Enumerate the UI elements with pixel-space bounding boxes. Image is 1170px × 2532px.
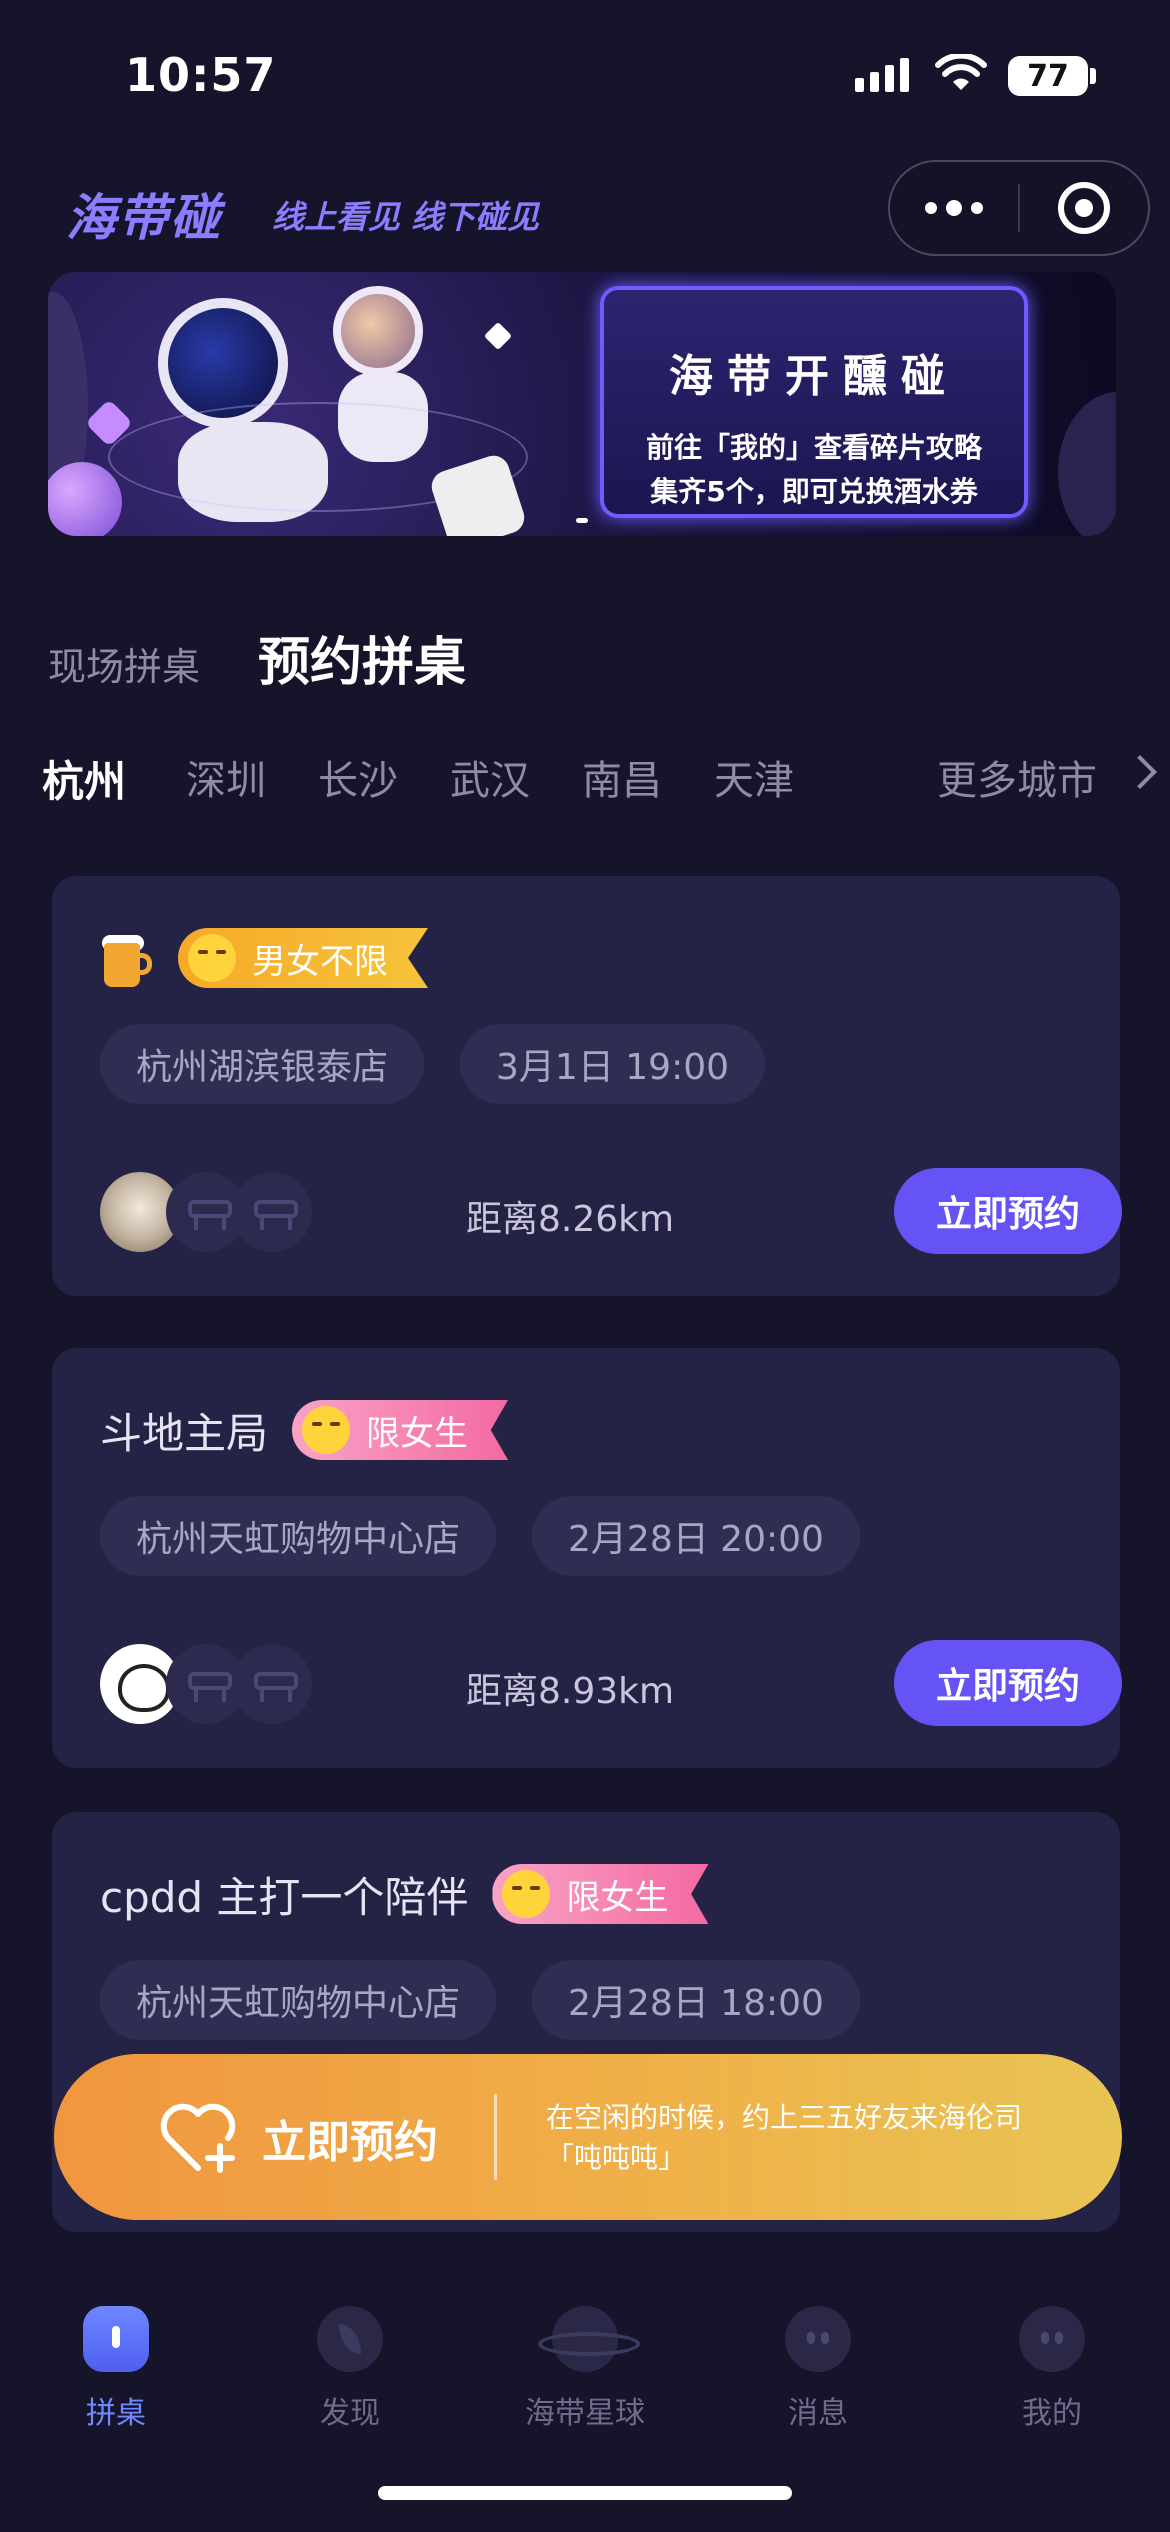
dot-icon — [971, 202, 983, 214]
cta-description: 在空闲的时候，约上三五好友来海伦司「吨吨吨」 — [546, 2101, 1023, 2174]
card-footer: 距离8.93km 立即预约 — [100, 1640, 1122, 1730]
store-chip: 杭州天虹购物中心店 — [100, 1960, 497, 2040]
gender-badge: 男女不限 — [178, 928, 428, 988]
gender-badge: 限女生 — [292, 1400, 509, 1460]
table-card[interactable]: 斗地主局 限女生 杭州天虹购物中心店 2月28日 20:00 距离8.93km … — [52, 1348, 1122, 1768]
distance-text: 距离8.26km — [466, 1199, 675, 1240]
tab-label: 海带星球 — [525, 2396, 645, 2431]
city-tianjin[interactable]: 天津 — [714, 748, 794, 806]
emoji-face-icon — [302, 1406, 351, 1454]
tab-discover[interactable]: 发现 — [270, 2306, 430, 2432]
city-selector: 杭州 深圳 长沙 武汉 南昌 天津 更多城市 — [42, 748, 1157, 809]
book-now-button[interactable]: 立即预约 — [894, 1168, 1122, 1254]
tab-reserve-table[interactable]: 预约拼桌 — [258, 620, 466, 695]
banner-line-1: 前往「我的」查看碎片攻略 — [645, 431, 982, 464]
target-icon — [1057, 182, 1110, 234]
tab-label: 消息 — [788, 2396, 848, 2431]
header: 海带碰 线上看见 线下碰见 — [0, 160, 1170, 260]
gender-badge: 限女生 — [492, 1864, 709, 1924]
battery-tip — [1090, 68, 1096, 84]
planet-graphic — [1058, 392, 1116, 536]
card-title: cpdd 主打一个陪伴 — [100, 1872, 469, 1922]
city-shenzhen[interactable]: 深圳 — [186, 748, 266, 806]
dot-icon — [925, 202, 937, 214]
empty-seat-icon — [232, 1172, 312, 1252]
emoji-face-icon — [502, 1870, 551, 1918]
heart-plus-icon — [160, 2103, 236, 2173]
distance-text: 距离8.93km — [466, 1671, 675, 1712]
empty-seat-icon — [232, 1644, 312, 1724]
banner-line-2: 集齐5个，即可兑换酒水券 — [650, 475, 978, 508]
home-indicator — [378, 2486, 792, 2500]
card-title: 斗地主局 — [100, 1408, 269, 1458]
profile-icon — [1019, 2306, 1085, 2372]
tab-me[interactable]: 我的 — [972, 2306, 1132, 2432]
tab-label: 拼桌 — [86, 2396, 146, 2431]
tab-label: 我的 — [1022, 2396, 1082, 2431]
time-chip: 3月1日 19:00 — [460, 1024, 766, 1104]
astronaut-graphic — [333, 286, 423, 376]
tab-planet[interactable]: 海带星球 — [505, 2306, 665, 2432]
more-menu-button[interactable] — [890, 200, 1018, 216]
planet-graphic — [48, 462, 122, 536]
star-graphic — [483, 321, 513, 351]
city-changsha[interactable]: 长沙 — [318, 748, 398, 806]
banner-panel: 海带开醺碰 前往「我的」查看碎片攻略 集齐5个，即可兑换酒水券 — [600, 286, 1028, 518]
tab-messages[interactable]: 消息 — [738, 2306, 898, 2432]
more-cities-link[interactable]: 更多城市 — [937, 748, 1097, 806]
promo-banner[interactable]: 海带开醺碰 前往「我的」查看碎片攻略 集齐5个，即可兑换酒水券 — [48, 272, 1116, 536]
message-icon — [785, 2306, 851, 2372]
signal-icon — [855, 58, 909, 92]
table-icon — [83, 2306, 149, 2372]
gender-badge-label: 男女不限 — [252, 941, 388, 982]
gender-badge-label: 限女生 — [566, 1877, 669, 1918]
table-card[interactable]: 男女不限 杭州湖滨银泰店 3月1日 19:00 距离8.26km 立即预约 — [52, 876, 1122, 1296]
tab-table[interactable]: 拼桌 — [36, 2306, 196, 2432]
dot-icon — [946, 200, 962, 216]
floating-book-cta[interactable]: 立即预约 在空闲的时候，约上三五好友来海伦司「吨吨吨」 — [54, 2054, 1122, 2220]
participant-avatars — [100, 1644, 312, 1724]
banner-title: 海带开醺碰 — [669, 351, 959, 402]
miniprogram-capsule — [888, 160, 1150, 256]
planet-icon — [538, 2306, 640, 2372]
card-title-row: 男女不限 — [100, 926, 428, 990]
banner-pager-dot — [576, 518, 588, 523]
gender-badge-label: 限女生 — [366, 1413, 469, 1454]
city-nanchang[interactable]: 南昌 — [582, 748, 662, 806]
leaf-icon — [317, 2306, 383, 2372]
store-chip: 杭州湖滨银泰店 — [100, 1024, 425, 1104]
time-chip: 2月28日 18:00 — [532, 1960, 860, 2040]
chevron-right-icon — [1123, 755, 1157, 789]
book-now-button[interactable]: 立即预约 — [894, 1640, 1122, 1726]
mode-tabs: 现场拼桌 预约拼桌 — [48, 620, 466, 695]
tab-label: 发现 — [320, 2396, 380, 2431]
card-footer: 距离8.26km 立即预约 — [100, 1168, 1122, 1258]
status-bar: 10:57 77 — [0, 0, 1170, 150]
card-chips: 杭州天虹购物中心店 2月28日 20:00 — [100, 1496, 860, 1576]
cta-divider — [494, 2094, 497, 2180]
card-title-row: cpdd 主打一个陪伴 限女生 — [100, 1862, 709, 1926]
tab-onsite-table[interactable]: 现场拼桌 — [48, 636, 200, 691]
city-hangzhou[interactable]: 杭州 — [42, 748, 126, 809]
status-time: 10:57 — [125, 48, 277, 102]
participant-avatars — [100, 1172, 312, 1252]
battery-level: 77 — [1027, 58, 1069, 94]
card-chips: 杭州湖滨银泰店 3月1日 19:00 — [100, 1024, 766, 1104]
cta-label: 立即预约 — [262, 2117, 438, 2168]
store-chip: 杭州天虹购物中心店 — [100, 1496, 497, 1576]
app-slogan: 线上看见 线下碰见 — [272, 198, 540, 236]
wifi-icon — [935, 54, 987, 90]
emoji-face-icon — [188, 934, 236, 982]
beer-icon — [100, 929, 154, 987]
close-miniprogram-button[interactable] — [1020, 182, 1148, 234]
card-chips: 杭州天虹购物中心店 2月28日 18:00 — [100, 1960, 860, 2040]
city-wuhan[interactable]: 武汉 — [450, 748, 530, 806]
battery-icon: 77 — [1008, 56, 1088, 96]
time-chip: 2月28日 20:00 — [532, 1496, 860, 1576]
card-title-row: 斗地主局 限女生 — [100, 1398, 509, 1462]
app-logo: 海带碰 — [66, 189, 222, 247]
